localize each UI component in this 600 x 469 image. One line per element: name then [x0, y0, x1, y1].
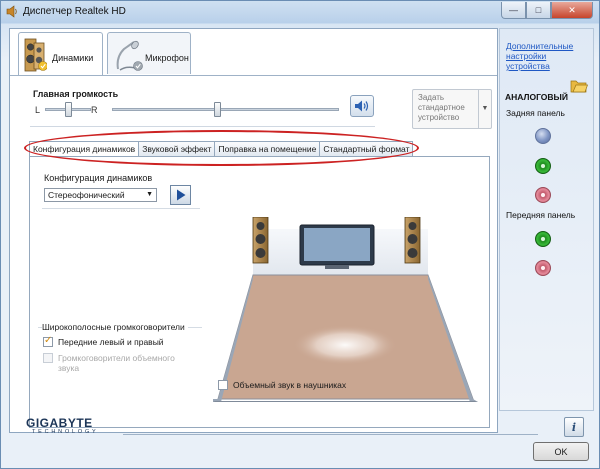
- set-default-device-label: Задать стандартное устройство: [418, 93, 465, 122]
- title-bar[interactable]: Диспетчер Realtek HD — □ ✕: [1, 1, 599, 23]
- connector-panel: Дополнительные настройки устройства АНАЛ…: [499, 28, 594, 411]
- front-lr-label: Передние левый и правый: [58, 337, 164, 347]
- close-button[interactable]: ✕: [551, 2, 593, 19]
- front-panel-label: Передняя панель: [506, 210, 576, 220]
- tab-microphone-label: Микрофон: [145, 53, 189, 63]
- chevron-down-icon: ▼: [146, 191, 153, 198]
- rear-line-in-jack[interactable]: [535, 128, 551, 144]
- monitor-icon: [299, 224, 375, 269]
- folder-icon[interactable]: [570, 77, 588, 93]
- info-button[interactable]: i: [564, 417, 584, 437]
- rear-panel-label: Задняя панель: [506, 108, 565, 118]
- headphone-surround-checkbox[interactable]: [218, 380, 228, 390]
- speaker-config-value: Стереофонический: [48, 190, 125, 200]
- rear-mic-jack[interactable]: [535, 187, 551, 203]
- left-speaker-icon: [252, 217, 269, 264]
- tab-speakers[interactable]: Динамики: [18, 32, 103, 76]
- ok-button[interactable]: OK: [533, 442, 589, 461]
- footer-divider: [123, 434, 538, 435]
- balance-slider-thumb[interactable]: [65, 102, 72, 117]
- play-icon: [176, 189, 185, 201]
- speaker-config-label: Конфигурация динамиков: [44, 173, 153, 183]
- test-play-button[interactable]: [170, 185, 191, 205]
- speakers-icon: [24, 38, 47, 72]
- window-title: Диспетчер Realtek HD: [23, 6, 126, 17]
- master-volume-title: Главная громкость: [33, 89, 119, 99]
- front-mic-jack[interactable]: [535, 260, 551, 276]
- highlight-oval: [24, 130, 419, 166]
- volume-divider: [30, 126, 375, 127]
- device-tabs-divider: [10, 75, 497, 76]
- gigabyte-logo-subtitle: TECHNOLOGY: [32, 429, 99, 435]
- tab-speakers-label: Динамики: [52, 53, 94, 63]
- surround-label: Громкоговорители объемного звука: [58, 353, 175, 373]
- front-lr-checkbox[interactable]: [43, 335, 53, 347]
- minimize-button[interactable]: —: [501, 2, 526, 19]
- headphone-virtualization-option[interactable]: Объемный звук в наушниках: [218, 380, 346, 390]
- wideband-title: Широкополосные громкоговорители: [42, 322, 188, 332]
- front-lr-option[interactable]: Передние левый и правый: [43, 335, 164, 347]
- surround-checkbox: [43, 353, 53, 363]
- analog-heading: АНАЛОГОВЫЙ: [505, 92, 568, 102]
- headphone-surround-label: Объемный звук в наушниках: [233, 380, 347, 390]
- set-default-device-button[interactable]: Задать стандартное устройство ▼: [412, 89, 492, 129]
- speaker-volume-icon: [355, 100, 369, 112]
- microphone-icon: [116, 40, 143, 71]
- rear-line-out-jack[interactable]: [535, 158, 551, 174]
- mute-button[interactable]: [350, 95, 374, 117]
- maximize-button[interactable]: □: [526, 2, 551, 19]
- wideband-speakers-group: Широкополосные громкоговорители Передние…: [38, 322, 202, 392]
- right-speaker-icon: [404, 217, 421, 264]
- surround-option: Громкоговорители объемного звука: [43, 353, 198, 373]
- speaker-config-tab-content: Конфигурация динамиков Стереофонический …: [29, 156, 490, 428]
- chevron-down-icon[interactable]: ▼: [478, 90, 491, 128]
- tab-microphone[interactable]: Микрофон: [107, 32, 191, 74]
- speaker-room-illustration: [213, 217, 478, 402]
- balance-left-label: L: [35, 105, 41, 115]
- config-divider: [42, 208, 200, 209]
- front-headphone-jack[interactable]: [535, 231, 551, 247]
- balance-right-label: R: [91, 105, 98, 115]
- speaker-config-select[interactable]: Стереофонический ▼: [44, 188, 157, 202]
- speaker-app-icon: [6, 5, 17, 18]
- realtek-window: Диспетчер Realtek HD — □ ✕ Динамики Микр…: [0, 0, 600, 469]
- main-panel: Динамики Микрофон Главная громкость L R: [9, 28, 498, 433]
- gigabyte-logo: GIGABYTE: [26, 416, 93, 430]
- advanced-device-settings-link[interactable]: Дополнительные настройки устройства: [506, 41, 592, 71]
- volume-slider-thumb[interactable]: [214, 102, 221, 117]
- volume-track[interactable]: [112, 108, 339, 111]
